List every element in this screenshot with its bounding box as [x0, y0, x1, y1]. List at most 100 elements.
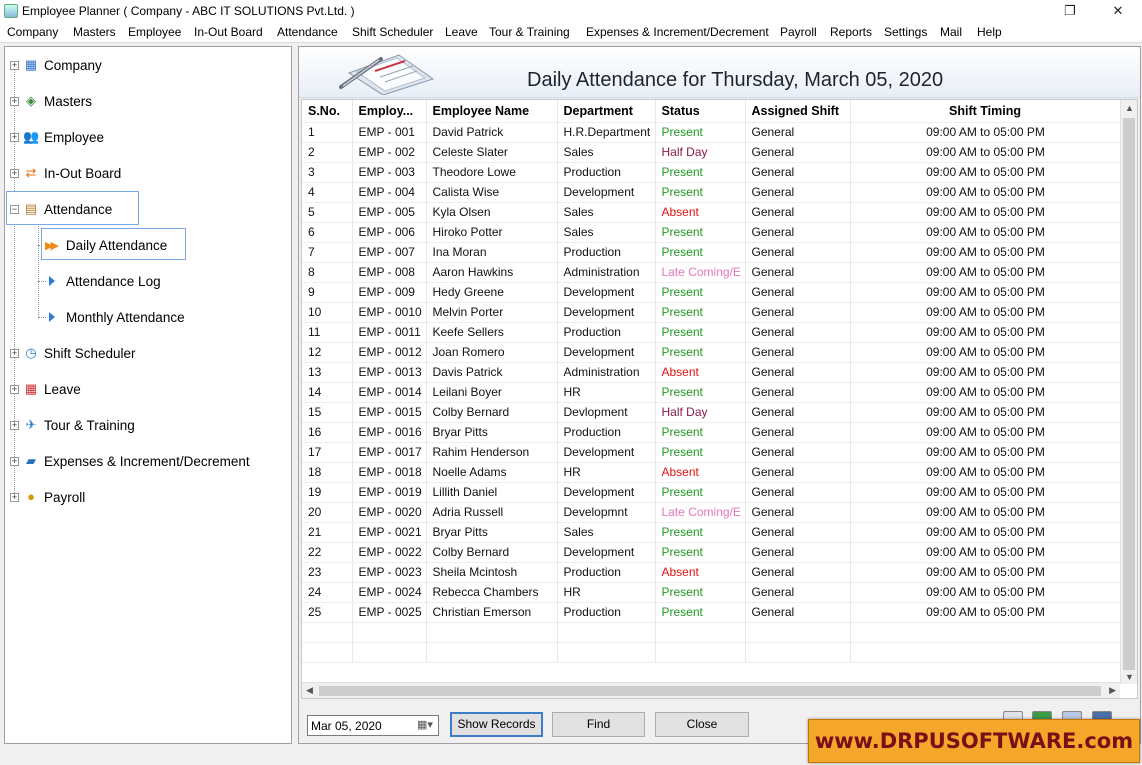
table-row[interactable]: 2 EMP - 002 Celeste Slater Sales Half Day Gen… [302, 142, 1122, 163]
tree-item-shift-scheduler[interactable]: ◷ Shift Scheduler [23, 342, 135, 364]
tree-item-attendance-log[interactable]: Attendance Log [49, 270, 161, 292]
cell-assigned-shift: General [745, 442, 851, 463]
header-sno[interactable]: S.No. [302, 100, 353, 123]
header-department[interactable]: Department [557, 100, 656, 123]
tree-item-tour-training[interactable]: ✈ Tour & Training [23, 414, 135, 436]
cell-employee-id: EMP - 0012 [352, 342, 427, 363]
table-row[interactable]: 6 EMP - 006 Hiroko Potter Sales Present Gener… [302, 222, 1122, 243]
table-row[interactable]: 23 EMP - 0023 Sheila Mcintosh Production Abs… [302, 562, 1122, 583]
cell-sno: 21 [302, 522, 353, 543]
expand-icon[interactable]: + [10, 61, 19, 70]
tree-item-masters[interactable]: ◈ Masters [23, 90, 92, 112]
expand-icon[interactable]: + [10, 493, 19, 502]
cell-shift-timing: 09:00 AM to 05:00 PM [850, 242, 1122, 263]
menu-inout-board[interactable]: In-Out Board [194, 25, 263, 39]
close-button[interactable]: Close [655, 712, 749, 737]
menu-payroll[interactable]: Payroll [780, 25, 817, 39]
collapse-icon[interactable]: − [10, 205, 19, 214]
tree-item-leave[interactable]: ▦ Leave [23, 378, 81, 400]
scrollbar-thumb[interactable] [1123, 118, 1135, 670]
calendar-dropdown-icon[interactable]: ▦▾ [414, 717, 436, 734]
expand-icon[interactable]: + [10, 457, 19, 466]
header-assigned-shift[interactable]: Assigned Shift [745, 100, 851, 123]
table-row[interactable]: 15 EMP - 0015 Colby Bernard Devlopment Half … [302, 402, 1122, 423]
tree-item-payroll[interactable]: ● Payroll [23, 486, 85, 508]
cell-shift-timing: 09:00 AM to 05:00 PM [850, 282, 1122, 303]
scroll-up-icon[interactable]: ▲ [1125, 103, 1134, 113]
show-records-button[interactable]: Show Records [450, 712, 543, 737]
cell-department: Development [557, 482, 656, 503]
menu-mail[interactable]: Mail [940, 25, 962, 39]
menu-masters[interactable]: Masters [73, 25, 116, 39]
table-row[interactable]: 9 EMP - 009 Hedy Greene Development Present G… [302, 282, 1122, 303]
cell-department: Production [557, 162, 656, 183]
table-row[interactable]: 11 EMP - 0011 Keefe Sellers Production Prese… [302, 322, 1122, 343]
table-row[interactable]: 20 EMP - 0020 Adria Russell Developmnt Late … [302, 502, 1122, 523]
date-picker[interactable]: Mar 05, 2020 ▦▾ [307, 715, 439, 736]
brand-watermark[interactable]: www.DRPUSOFTWARE.com [808, 719, 1140, 763]
tree-item-employee[interactable]: 👥 Employee [23, 126, 104, 148]
menu-leave[interactable]: Leave [445, 25, 478, 39]
vertical-scrollbar[interactable]: ▲ ▼ [1120, 100, 1137, 684]
table-row[interactable]: 22 EMP - 0022 Colby Bernard Development Pres… [302, 542, 1122, 563]
tree-item-daily-attendance[interactable]: ▶▶ Daily Attendance [45, 234, 167, 256]
header-employee-id[interactable]: Employ... [352, 100, 427, 123]
menu-reports[interactable]: Reports [830, 25, 872, 39]
table-row[interactable]: 12 EMP - 0012 Joan Romero Development Presen… [302, 342, 1122, 363]
table-row[interactable]: 19 EMP - 0019 Lillith Daniel Development Pre… [302, 482, 1122, 503]
table-row[interactable]: 17 EMP - 0017 Rahim Henderson Development Pr… [302, 442, 1122, 463]
table-row[interactable]: 10 EMP - 0010 Melvin Porter Development Pres… [302, 302, 1122, 323]
table-row[interactable]: 4 EMP - 004 Calista Wise Development Present… [302, 182, 1122, 203]
cell-shift-timing: 09:00 AM to 05:00 PM [850, 582, 1122, 603]
table-row[interactable]: 13 EMP - 0013 Davis Patrick Administration A… [302, 362, 1122, 383]
menu-tour-training[interactable]: Tour & Training [489, 25, 570, 39]
table-row[interactable]: 18 EMP - 0018 Noelle Adams HR Absent General 0… [302, 462, 1122, 483]
cell-employee-id: EMP - 008 [352, 262, 427, 283]
header-shift-timing[interactable]: Shift Timing [850, 100, 1122, 123]
table-row[interactable]: 7 EMP - 007 Ina Moran Production Present Gene… [302, 242, 1122, 263]
menu-help[interactable]: Help [977, 25, 1002, 39]
close-icon[interactable]: ✕ [1098, 0, 1138, 22]
tree-item-expenses[interactable]: ▰ Expenses & Increment/Decrement [23, 450, 250, 472]
tree-item-attendance[interactable]: ▤ Attendance [23, 198, 112, 220]
find-button[interactable]: Find [552, 712, 645, 737]
tree-label: Leave [44, 381, 81, 397]
scroll-left-icon[interactable]: ◀ [306, 685, 313, 696]
cell-employee-id: EMP - 0018 [352, 462, 427, 483]
expand-icon[interactable]: + [10, 97, 19, 106]
cell-employee-name: Colby Bernard [426, 542, 558, 563]
horizontal-scrollbar[interactable]: ◀ ▶ [302, 682, 1120, 698]
menu-attendance[interactable]: Attendance [277, 25, 338, 39]
table-row[interactable]: 24 EMP - 0024 Rebecca Chambers HR Present Gen… [302, 582, 1122, 603]
scroll-right-icon[interactable]: ▶ [1109, 685, 1116, 696]
header-status[interactable]: Status [655, 100, 746, 123]
menu-employee[interactable]: Employee [128, 25, 181, 39]
table-row[interactable]: 21 EMP - 0021 Bryar Pitts Sales Present Gener… [302, 522, 1122, 543]
cell-shift-timing: 09:00 AM to 05:00 PM [850, 322, 1122, 343]
cell-assigned-shift: General [745, 462, 851, 483]
menu-expenses[interactable]: Expenses & Increment/Decrement [586, 25, 769, 39]
tree-item-monthly-attendance[interactable]: Monthly Attendance [49, 306, 185, 328]
scroll-down-icon[interactable]: ▼ [1125, 672, 1134, 682]
table-row[interactable]: 5 EMP - 005 Kyla Olsen Sales Absent General 09… [302, 202, 1122, 223]
menu-company[interactable]: Company [7, 25, 58, 39]
table-row[interactable]: 8 EMP - 008 Aaron Hawkins Administration Lat… [302, 262, 1122, 283]
cell-status: Present [655, 122, 746, 143]
expand-icon[interactable]: + [10, 133, 19, 142]
tree-item-company[interactable]: ▦ Company [23, 54, 102, 76]
menu-shift-scheduler[interactable]: Shift Scheduler [352, 25, 433, 39]
table-row[interactable]: 3 EMP - 003 Theodore Lowe Production Present… [302, 162, 1122, 183]
table-row[interactable]: 1 EMP - 001 David Patrick H.R.Department Pre… [302, 122, 1122, 143]
expand-icon[interactable]: + [10, 349, 19, 358]
table-row[interactable]: 16 EMP - 0016 Bryar Pitts Production Present… [302, 422, 1122, 443]
expand-icon[interactable]: + [10, 385, 19, 394]
table-row[interactable]: 25 EMP - 0025 Christian Emerson Production P… [302, 602, 1122, 623]
scrollbar-thumb[interactable] [319, 686, 1101, 696]
table-row[interactable]: 14 EMP - 0014 Leilani Boyer HR Present Genera… [302, 382, 1122, 403]
expand-icon[interactable]: + [10, 169, 19, 178]
header-employee-name[interactable]: Employee Name [426, 100, 558, 123]
restore-icon[interactable]: ❐ [1050, 0, 1090, 22]
tree-item-inout-board[interactable]: ⇄ In-Out Board [23, 162, 122, 184]
expand-icon[interactable]: + [10, 421, 19, 430]
menu-settings[interactable]: Settings [884, 25, 927, 39]
